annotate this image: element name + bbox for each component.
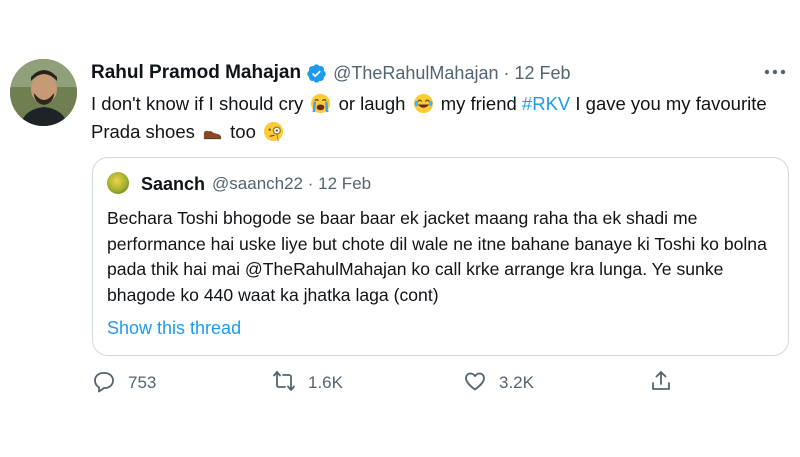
retweet-button[interactable]: 1.6K <box>272 368 343 398</box>
tweet-text-segment: my friend <box>440 93 517 114</box>
reply-count: 753 <box>128 373 157 392</box>
tweet-text-segment: too <box>230 121 256 142</box>
author-handle[interactable]: @TheRahulMahajan <box>333 63 498 83</box>
share-button[interactable] <box>649 368 673 398</box>
retweet-count: 1.6K <box>308 373 343 392</box>
tweet-text: I don't know if I should cry or laugh my… <box>91 90 791 146</box>
author-avatar[interactable] <box>10 59 77 126</box>
meta-separator: · <box>307 174 314 193</box>
author-display-name[interactable]: Rahul Pramod Mahajan <box>91 62 301 84</box>
quoted-author-handle: @saanch22 <box>212 174 304 193</box>
mans-shoe-icon <box>202 121 223 142</box>
quoted-author-name: Saanch <box>141 173 206 194</box>
tweet-actions-bar: 753 1.6K 3.2K <box>92 368 692 398</box>
like-button[interactable]: 3.2K <box>463 368 534 398</box>
show-thread-link[interactable]: Show this thread <box>107 318 241 339</box>
loudly-crying-face-icon <box>310 93 331 114</box>
reply-icon <box>92 369 116 398</box>
face-with-monocle-icon <box>263 121 284 142</box>
share-icon <box>649 369 673 398</box>
retweet-icon <box>272 369 296 398</box>
quoted-author-avatar[interactable] <box>107 172 129 194</box>
tweet-text-segment: I don't know if I should cry <box>91 93 304 114</box>
like-icon <box>463 369 487 398</box>
face-with-tears-of-joy-icon <box>413 93 434 114</box>
hashtag-link[interactable]: #RKV <box>522 93 570 114</box>
author-meta: @TheRahulMahajan · 12 Feb <box>333 63 570 84</box>
quoted-tweet-header: Saanch @saanch22 · 12 Feb <box>141 172 371 196</box>
quoted-tweet[interactable]: Saanch @saanch22 · 12 Feb Bechara Toshi … <box>92 157 789 356</box>
quoted-tweet-date: 12 Feb <box>318 174 372 193</box>
tweet-card[interactable]: Rahul Pramod Mahajan @TheRahulMahajan · … <box>0 0 800 457</box>
like-count: 3.2K <box>499 373 534 392</box>
tweet-text-segment: or laugh <box>338 93 406 114</box>
quoted-author-meta: @saanch22 · 12 Feb <box>212 174 371 194</box>
tweet-header: Rahul Pramod Mahajan @TheRahulMahajan · … <box>91 60 571 86</box>
verified-badge-icon <box>306 63 327 84</box>
tweet-date[interactable]: 12 Feb <box>515 63 571 83</box>
quoted-tweet-text: Bechara Toshi bhogode se baar baar ek ja… <box>107 208 767 305</box>
more-icon[interactable] <box>762 60 788 84</box>
reply-button[interactable]: 753 <box>92 368 156 398</box>
meta-separator: · <box>503 62 510 83</box>
